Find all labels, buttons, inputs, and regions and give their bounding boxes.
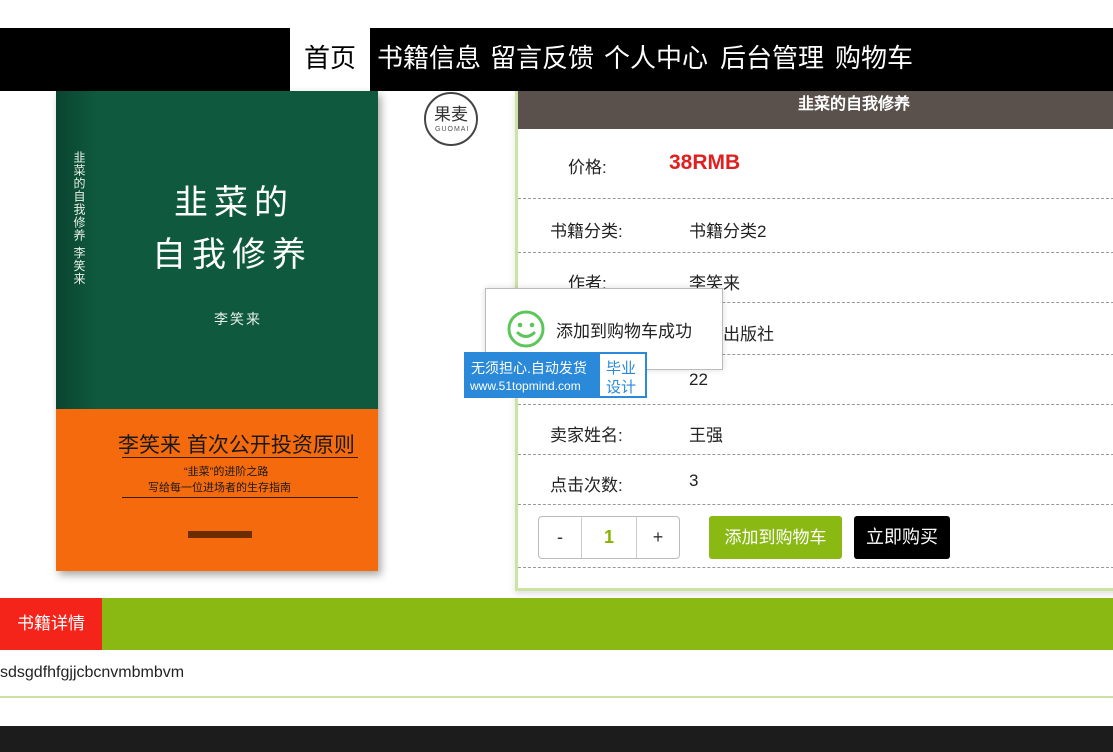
- description-divider: [0, 696, 1113, 698]
- price-label: 价格:: [568, 158, 607, 177]
- detail-tab-bar: 书籍详情: [0, 598, 1113, 650]
- quantity-minus-button[interactable]: -: [539, 517, 581, 558]
- book-cover-image: 韭菜的自我修养 李笑来 韭菜的 自我修养 李笑来 李笑来 首次公开投资原则 “韭…: [50, 91, 385, 576]
- nav-item-home[interactable]: 首页: [290, 28, 371, 91]
- panel-bottom-divider: [518, 567, 1113, 568]
- product-title-bar: 韭菜的自我修养: [518, 91, 1113, 129]
- toast-message: 添加到购物车成功: [556, 322, 692, 341]
- cover-tagline: 李笑来 首次公开投资原则: [118, 434, 355, 457]
- tab-book-details[interactable]: 书籍详情: [0, 598, 102, 650]
- seller-value: 王强: [689, 426, 723, 445]
- product-title: 韭菜的自我修养: [798, 96, 911, 113]
- clicks-value: 3: [689, 471, 699, 490]
- add-to-cart-button[interactable]: 添加到购物车: [709, 516, 842, 559]
- watermark-line2: www.51topmind.com: [470, 379, 581, 393]
- publisher-logo-sub: GUOMAI: [435, 126, 470, 133]
- nav-item-book-info[interactable]: 书籍信息: [377, 28, 481, 91]
- clicks-label: 点击次数:: [550, 476, 623, 495]
- quantity-input[interactable]: 1: [581, 517, 637, 558]
- row-clicks: 点击次数: 3: [518, 455, 1113, 505]
- quantity-stepper: - 1 +: [538, 516, 680, 559]
- watermark-right1: 毕业: [606, 360, 637, 377]
- price-value: 38RMB: [669, 151, 741, 174]
- stock-value: 22: [689, 370, 708, 389]
- top-nav: 首页 书籍信息 留言反馈 个人中心 后台管理 购物车: [0, 28, 1113, 91]
- cover-title-line2: 自我修养: [152, 235, 312, 275]
- nav-item-cart[interactable]: 购物车: [835, 28, 913, 91]
- page: 首页 书籍信息 留言反馈 个人中心 后台管理 购物车 韭菜的自我修养 李笑来 韭…: [0, 0, 1113, 752]
- footer: [0, 726, 1113, 752]
- category-label: 书籍分类:: [550, 222, 623, 241]
- category-value: 书籍分类2: [689, 222, 767, 241]
- cover-subline-1: “韭菜”的进阶之路: [184, 466, 269, 478]
- quantity-plus-button[interactable]: +: [637, 517, 679, 558]
- publisher-logo: 果麦 GUOMAI: [424, 92, 478, 146]
- nav-item-personal-center[interactable]: 个人中心: [604, 28, 708, 91]
- seller-label: 卖家姓名:: [550, 426, 623, 445]
- cover-author: 李笑来: [214, 311, 262, 327]
- row-price: 价格: 38RMB: [518, 129, 1113, 199]
- cover-publisher-mark: [188, 531, 252, 538]
- buy-now-button[interactable]: 立即购买: [854, 516, 950, 559]
- watermark-right2: 设计: [606, 379, 637, 396]
- cover-title-line1: 韭菜的: [174, 183, 294, 223]
- watermark-badge: 无须担心.自动发货 www.51topmind.com 毕业 设计: [464, 352, 647, 398]
- smile-icon: [507, 310, 545, 348]
- row-seller: 卖家姓名: 王强: [518, 405, 1113, 455]
- nav-item-feedback[interactable]: 留言反馈: [490, 28, 594, 91]
- row-category: 书籍分类: 书籍分类2: [518, 199, 1113, 253]
- book-description: sdsgdfhfgjjcbcnvmbmbvm: [0, 664, 185, 681]
- publisher-logo-text: 果麦: [434, 105, 468, 125]
- cover-spine-text: 韭菜的自我修养 李笑来: [72, 151, 86, 286]
- book-cover: 韭菜的自我修养 李笑来 韭菜的 自我修养 李笑来 李笑来 首次公开投资原则 “韭…: [56, 91, 378, 571]
- watermark-line1: 无须担心.自动发货: [471, 360, 587, 376]
- nav-item-admin[interactable]: 后台管理: [720, 28, 824, 91]
- publisher-value: 出版社: [723, 325, 774, 344]
- cover-subline-2: 写给每一位进场者的生存指南: [148, 482, 291, 494]
